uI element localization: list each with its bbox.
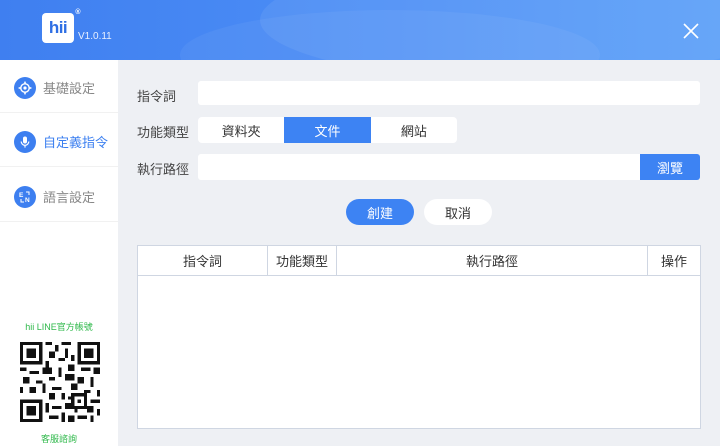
column-header-actions: 操作 <box>660 255 687 270</box>
command-input[interactable] <box>198 81 700 105</box>
app-logo: hii ® <box>42 9 80 43</box>
column-header-path: 執行路徑 <box>337 246 648 275</box>
svg-text:E: E <box>19 192 24 199</box>
qr-title: hii LINE官方帳號 <box>25 322 93 332</box>
microphone-icon <box>14 130 36 153</box>
type-segmented-control: 資料夾 文件 網站 <box>198 117 457 143</box>
sidebar-item-language-settings[interactable]: E N 語言設定 <box>0 172 118 222</box>
gear-icon <box>14 76 36 99</box>
sidebar-item-label: 語言設定 <box>43 191 96 206</box>
sidebar-item-custom-commands[interactable]: 自定義指令 <box>0 117 118 167</box>
sidebar-item-label: 自定義指令 <box>43 136 109 151</box>
commands-table: 指令詞 功能類型 執行路徑 操作 <box>137 245 701 429</box>
browse-button[interactable]: 瀏覽 <box>640 154 700 180</box>
sidebar: 基礎設定 自定義指令 E N 語言設定 hii LINE官方帳號 客服諮詢 <box>0 60 118 446</box>
type-label: 功能類型 <box>137 126 190 141</box>
create-button[interactable]: 創建 <box>346 199 414 225</box>
command-label: 指令詞 <box>137 90 177 105</box>
table-header: 指令詞 功能類型 執行路徑 操作 <box>138 246 700 276</box>
path-input[interactable] <box>198 154 640 180</box>
registered-mark: ® <box>75 9 80 16</box>
close-icon[interactable] <box>680 20 702 42</box>
type-option-website[interactable]: 網站 <box>371 117 457 143</box>
type-option-folder[interactable]: 資料夾 <box>198 117 284 143</box>
svg-text:N: N <box>25 197 30 204</box>
logo-text: hii <box>48 18 68 37</box>
type-option-file[interactable]: 文件 <box>284 117 371 143</box>
cancel-button[interactable]: 取消 <box>424 199 492 225</box>
qr-code-image <box>20 342 100 422</box>
sidebar-item-label: 基礎設定 <box>43 82 96 97</box>
sidebar-item-basic-settings[interactable]: 基礎設定 <box>0 63 118 113</box>
qr-subtitle: 客服諮詢 <box>40 435 77 445</box>
title-bar: hii ® V1.0.11 <box>0 0 720 60</box>
path-label: 執行路徑 <box>137 163 190 178</box>
column-header-type: 功能類型 <box>268 246 337 275</box>
language-icon: E N <box>14 185 36 208</box>
app-version: V1.0.11 <box>78 31 112 42</box>
column-header-command: 指令詞 <box>138 246 268 275</box>
